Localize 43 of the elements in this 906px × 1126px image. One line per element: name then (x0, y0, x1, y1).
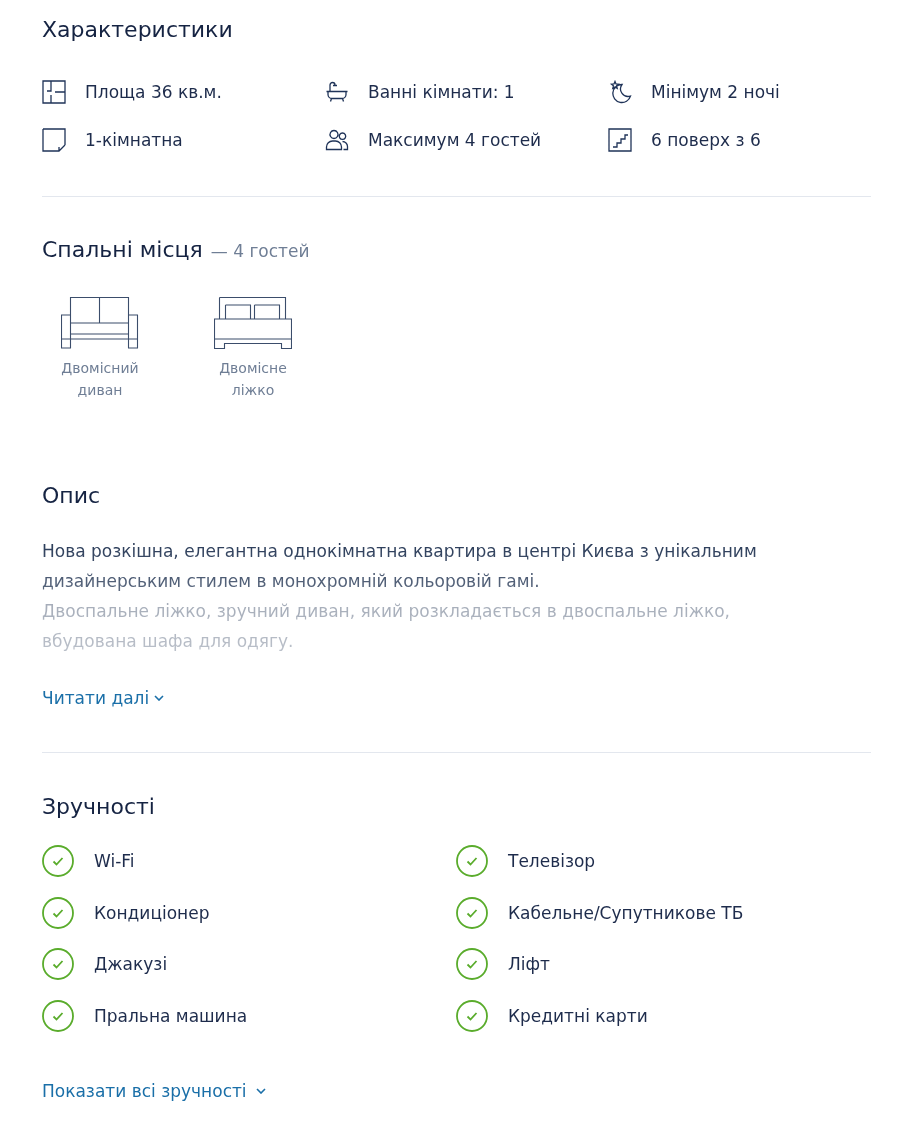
check-circle-icon (456, 999, 488, 1032)
check-circle-icon (42, 896, 74, 929)
bed-label: Двомісний диван (60, 359, 140, 400)
amenity-label: Пральна машина (94, 1004, 248, 1028)
section-title: Опис (42, 482, 101, 510)
amenity-label: Кабельне/Супутникове ТБ (508, 901, 744, 925)
amenity-label: Телевізор (508, 850, 596, 873)
bed-label: Двомісне ліжко (218, 359, 288, 400)
check-circle-icon (456, 896, 488, 929)
description-text: Двоспальне ліжко, зручний диван, який розкладається в двоспальне ліжко, вбудована шафа для одягу. (42, 600, 732, 653)
room-icon (42, 128, 66, 152)
bathtub-icon (325, 80, 349, 104)
show-all-link[interactable]: Показати всі зручності (42, 1078, 266, 1103)
check-circle-icon (42, 948, 74, 980)
read-more-link[interactable]: Читати далі (42, 686, 165, 710)
section-title: Характеристики (42, 16, 233, 44)
amenity-label: Кредитні карти (508, 1004, 648, 1028)
feature-label: 6 поверх з 6 (651, 129, 761, 152)
feature-label: Площа 36 кв.м. (85, 81, 222, 104)
section-title: Зручності (42, 793, 155, 821)
feature-label: Ванні кімнати: 1 (368, 81, 515, 104)
check-circle-icon (456, 948, 488, 980)
description-text: Нова розкішна, елегантна однокімнатна квартира в центрі Києва з унікальним дизайнерським стилем в монохромній кольоровій гамі. (42, 540, 758, 593)
amenity-label: Wi-Fi (94, 850, 135, 873)
feature-label: Мінімум 2 ночі (651, 81, 780, 104)
check-circle-icon (456, 845, 488, 877)
amenity-label: Джакузі (94, 953, 168, 976)
section-title: Спальні місця (42, 236, 203, 264)
feature-label: Максимум 4 гостей (368, 129, 542, 152)
guest-count: — 4 гостей (210, 240, 310, 263)
sofa-icon (61, 297, 139, 349)
amenity-label: Ліфт (508, 953, 550, 976)
feature-label: 1-кімнатна (85, 129, 183, 152)
floor-plan-icon (42, 80, 66, 104)
check-circle-icon (42, 999, 74, 1032)
moon-star-icon (608, 80, 632, 104)
stairs-icon (608, 128, 632, 152)
bed-icon (214, 297, 292, 349)
amenity-label: Кондиціонер (94, 901, 210, 925)
people-icon (325, 128, 349, 152)
check-circle-icon (42, 845, 74, 877)
chevron-down-icon (255, 1087, 266, 1094)
chevron-down-icon (154, 695, 165, 701)
